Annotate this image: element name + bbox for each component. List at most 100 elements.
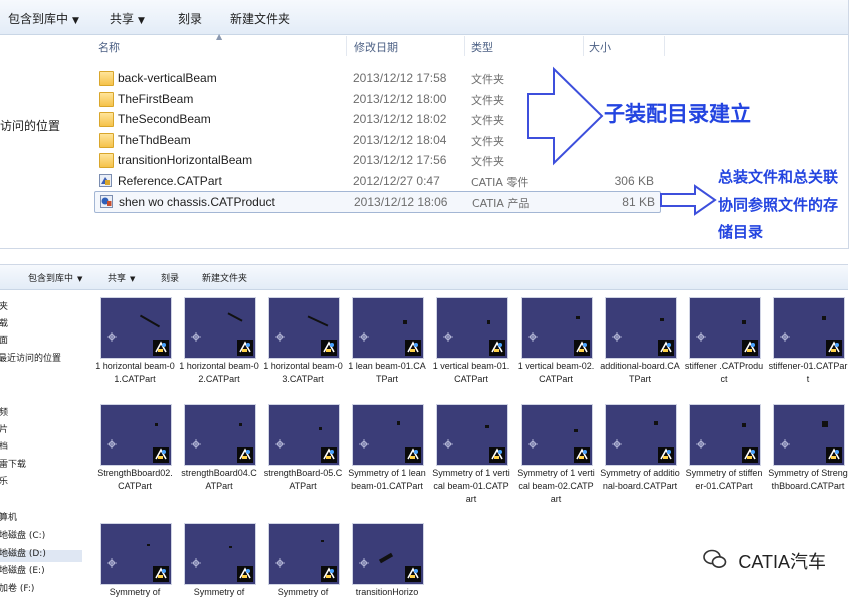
compass-icon bbox=[275, 439, 285, 449]
file-tile[interactable]: StrengthBboard02.CATPart bbox=[97, 404, 184, 504]
new-folder-button[interactable]: 新建文件夹 bbox=[202, 271, 247, 284]
catia-badge-icon bbox=[153, 566, 169, 582]
nav-item[interactable]: 新加卷 (F:) bbox=[0, 581, 34, 594]
nav-item[interactable]: 下载 bbox=[0, 316, 8, 329]
compass-icon bbox=[191, 558, 201, 568]
thumbnail bbox=[689, 404, 761, 466]
file-type: 文件夹 bbox=[471, 135, 504, 148]
folder-icon bbox=[99, 71, 114, 86]
nav-item[interactable]: 视频 bbox=[0, 405, 8, 418]
file-tile[interactable]: Symmetry of 1 lean beam-01.CATPart bbox=[348, 404, 436, 504]
file-type: CATIA 零件 bbox=[471, 176, 529, 189]
file-tile[interactable]: Symmetry of 1 vertical beam-01.CATPart bbox=[432, 404, 520, 504]
file-tile[interactable]: transitionHorizo bbox=[352, 523, 436, 598]
part-preview bbox=[485, 425, 489, 428]
column-header-modified[interactable]: 修改日期 bbox=[354, 39, 398, 55]
nav-item[interactable]: 计算机 bbox=[0, 510, 17, 523]
include-in-library-label: 包含到库中 bbox=[28, 274, 74, 284]
file-tile[interactable]: 1 lean beam-01.CATPart bbox=[348, 297, 436, 397]
column-header-name[interactable]: 名称 bbox=[98, 39, 120, 55]
file-tile[interactable]: Symmetry of bbox=[100, 523, 184, 598]
file-tile[interactable]: Symmetry of StrengthBboard.CATPart bbox=[768, 404, 848, 504]
file-row[interactable]: Reference.CATPart 2012/12/27 0:47 CATIA 零件… bbox=[94, 171, 659, 191]
column-header-size[interactable]: 大小 bbox=[589, 39, 611, 55]
file-tile[interactable]: 1 horizontal beam-01.CATPart bbox=[95, 297, 184, 397]
file-tile[interactable]: 1 vertical beam-01.CATPart bbox=[433, 297, 520, 397]
include-in-library-button[interactable]: 包含到库中 ▼ bbox=[8, 10, 79, 27]
nav-item[interactable]: 本地磁盘 (E:) bbox=[0, 563, 45, 576]
compass-icon bbox=[780, 332, 790, 342]
file-tile[interactable]: Symmetry of stiffener-01.CATPart bbox=[686, 404, 773, 504]
file-date: 2013/12/12 18:02 bbox=[353, 112, 447, 126]
column-divider bbox=[664, 36, 665, 56]
part-preview bbox=[227, 312, 243, 322]
file-tile[interactable]: Symmetry of 1 vertical beam-02.CATPart bbox=[517, 404, 605, 504]
file-tile[interactable]: additional-board.CATPart bbox=[600, 297, 689, 397]
part-preview bbox=[397, 421, 400, 425]
file-date: 2013/12/12 17:58 bbox=[353, 71, 447, 85]
compass-icon bbox=[528, 439, 538, 449]
file-tile[interactable]: Symmetry of bbox=[184, 523, 268, 598]
tile-label: stiffener-01.CATPart bbox=[768, 361, 848, 384]
thumbnail bbox=[436, 404, 508, 466]
catia-badge-icon bbox=[489, 447, 505, 463]
file-tile[interactable]: 1 horizontal beam-02.CATPart bbox=[179, 297, 268, 397]
nav-item[interactable]: 本地磁盘 (D:) bbox=[0, 546, 46, 559]
nav-item[interactable]: 载夹 bbox=[0, 299, 8, 312]
part-preview bbox=[139, 314, 161, 328]
file-name: TheSecondBeam bbox=[118, 112, 211, 126]
file-name: TheFirstBeam bbox=[118, 92, 194, 106]
nav-item[interactable]: 图片 bbox=[0, 422, 8, 435]
chevron-down-icon: ▼ bbox=[130, 275, 136, 283]
file-tile[interactable]: stiffener-01.CATPart bbox=[769, 297, 848, 397]
part-preview bbox=[574, 429, 578, 432]
column-header-type[interactable]: 类型 bbox=[471, 39, 493, 55]
part-preview bbox=[403, 320, 407, 324]
tile-label: 1 vertical beam-02.CATPart bbox=[517, 361, 595, 384]
catproduct-icon bbox=[100, 195, 113, 208]
toolbar: 包含到库中 ▼ 共享 ▼ 刻录 新建文件夹 bbox=[0, 265, 848, 290]
nav-item[interactable]: 音乐 bbox=[0, 474, 8, 487]
part-preview bbox=[822, 316, 826, 320]
burn-button[interactable]: 刻录 bbox=[161, 271, 179, 284]
tile-label: 1 horizontal beam-03.CATPart bbox=[263, 361, 343, 384]
include-in-library-button[interactable]: 包含到库中 ▼ bbox=[28, 271, 82, 284]
top-explorer-window: 包含到库中 ▼ 共享 ▼ 刻录 新建文件夹 访问的位置 名称 ▲ 修改日期 类型 大… bbox=[0, 0, 849, 249]
file-tile[interactable]: 1 vertical beam-02.CATPart bbox=[518, 297, 605, 397]
tile-label: transitionHorizo bbox=[355, 587, 419, 597]
file-tile[interactable]: 1 horizontal beam-03.CATPart bbox=[263, 297, 352, 397]
file-tile[interactable]: stiffener .CATProduct bbox=[685, 297, 773, 397]
nav-item[interactable]: 本地磁盘 (C:) bbox=[0, 528, 45, 541]
burn-button[interactable]: 刻录 bbox=[178, 10, 202, 27]
watermark-text: CATIA汽车 bbox=[738, 552, 826, 572]
part-preview bbox=[660, 318, 664, 321]
compass-icon bbox=[275, 558, 285, 568]
catia-badge-icon bbox=[658, 447, 674, 463]
nav-item[interactable]: 文档 bbox=[0, 439, 8, 452]
nav-recent-places[interactable]: 访问的位置 bbox=[0, 117, 60, 134]
tile-label: Symmetry of stiffener-01.CATPart bbox=[685, 468, 763, 491]
file-tile[interactable]: strengthBoard-05.CATPart bbox=[264, 404, 352, 504]
file-row[interactable]: shen wo chassis.CATProduct 2013/12/12 18:… bbox=[94, 191, 661, 213]
thumbnail bbox=[605, 404, 677, 466]
tile-label: additional-board.CATPart bbox=[600, 361, 680, 384]
file-tile[interactable]: strengthBoard04.CATPart bbox=[181, 404, 268, 504]
subassembly-annotation: 子装配目录建立 bbox=[604, 102, 751, 126]
nav-item[interactable]: 迅雷下载 bbox=[0, 457, 26, 470]
assembly-annotation-line3: 储目录 bbox=[718, 223, 764, 241]
file-name: transitionHorizontalBeam bbox=[118, 153, 253, 167]
share-button[interactable]: 共享 ▼ bbox=[110, 10, 145, 27]
catia-badge-icon bbox=[321, 566, 337, 582]
file-tile[interactable]: Symmetry of additional-board.CATPart bbox=[600, 404, 689, 504]
nav-item[interactable]: 桌面 bbox=[0, 333, 8, 346]
new-folder-button[interactable]: 新建文件夹 bbox=[230, 10, 290, 27]
share-button[interactable]: 共享 ▼ bbox=[108, 271, 135, 284]
file-tile[interactable]: Symmetry of bbox=[268, 523, 352, 598]
catia-badge-icon bbox=[742, 340, 758, 356]
thumbnail bbox=[436, 297, 508, 359]
tile-label: 1 horizontal beam-02.CATPart bbox=[179, 361, 259, 384]
compass-icon bbox=[359, 558, 369, 568]
nav-item[interactable]: 最近访问的位置 bbox=[0, 351, 61, 364]
file-name: shen wo chassis.CATProduct bbox=[119, 195, 275, 209]
catia-badge-icon bbox=[153, 340, 169, 356]
